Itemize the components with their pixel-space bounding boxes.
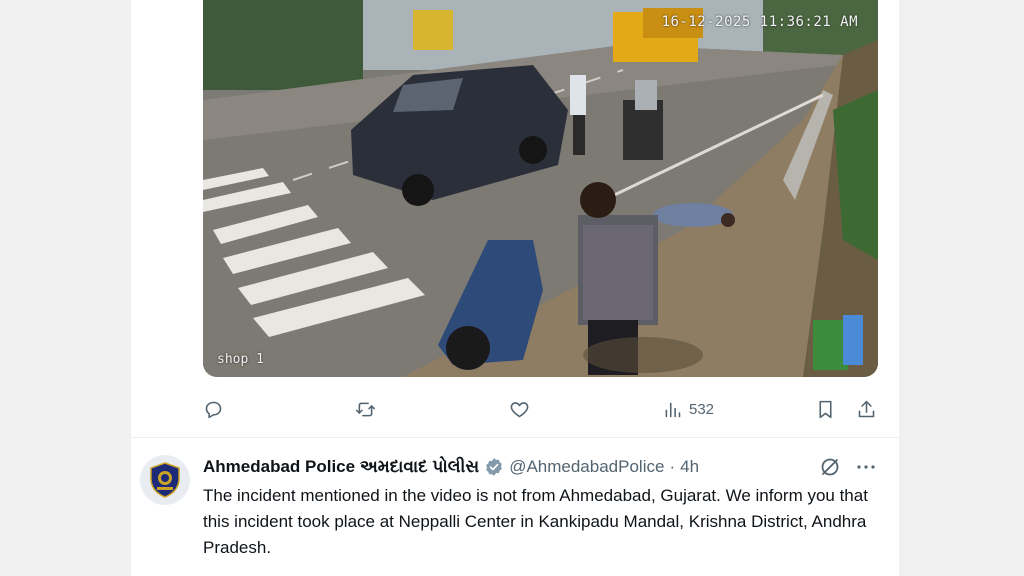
tweet-header: Ahmedabad Police અમદાવાદ પોલીસ @Ahmedaba…	[203, 455, 699, 479]
tweet-action-bar: 532	[0, 395, 1024, 423]
retweet-icon	[355, 402, 376, 416]
reply-button[interactable]	[203, 395, 224, 423]
reply-icon	[205, 401, 222, 418]
display-name[interactable]: Ahmedabad Police અમદાવાદ પોલીસ	[203, 457, 479, 477]
tweet-text: The incident mentioned in the video is n…	[203, 486, 868, 557]
divider	[131, 437, 899, 438]
bookmark-icon	[819, 400, 832, 418]
verified-badge-icon	[486, 458, 503, 476]
like-icon	[510, 401, 529, 417]
bookmark-button[interactable]	[815, 395, 836, 423]
grok-icon	[821, 458, 839, 476]
video-timestamp: 16-12-2025 11:36:21 AM	[661, 14, 858, 30]
retweet-button[interactable]	[355, 395, 376, 423]
grok-button[interactable]	[818, 455, 842, 479]
separator-dot: ·	[669, 457, 676, 476]
avatar[interactable]	[140, 455, 190, 505]
tweet-time[interactable]: 4h	[680, 457, 699, 477]
video-frame	[203, 0, 878, 377]
more-options-button[interactable]	[854, 455, 878, 479]
police-badge-icon	[150, 462, 180, 498]
share-button[interactable]	[856, 395, 877, 423]
more-options-icon	[857, 465, 875, 469]
like-button[interactable]	[509, 395, 530, 423]
views-icon	[665, 402, 681, 417]
views-button[interactable]: 532	[662, 395, 714, 423]
tweet-header-actions	[818, 455, 878, 479]
camera-label: shop 1	[217, 352, 264, 367]
share-icon	[858, 400, 875, 417]
views-count: 532	[689, 400, 715, 418]
video-player[interactable]: 16-12-2025 11:36:21 AM shop 1	[203, 0, 878, 377]
user-handle[interactable]: @AhmedabadPolice	[509, 457, 664, 477]
